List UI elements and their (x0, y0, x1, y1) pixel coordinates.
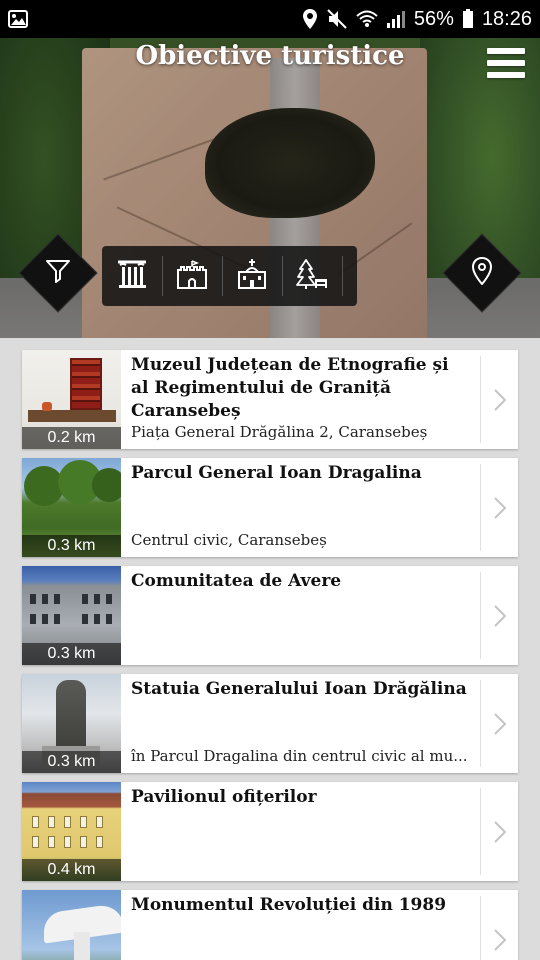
hamburger-icon (487, 48, 525, 54)
thumbnail-image: 0.3 km (22, 458, 121, 557)
distance-label: 0.4 km (22, 859, 121, 881)
hamburger-line (487, 60, 525, 66)
location-icon (302, 8, 318, 30)
distance-label: 0.3 km (22, 751, 121, 773)
category-bar-end (342, 256, 357, 296)
place-address: în Parcul Dragalina din centrul civic al… (131, 747, 468, 765)
category-parks[interactable] (282, 246, 342, 306)
battery-percent: 56% (413, 7, 454, 30)
thumbnail-image: 0.3 km (22, 566, 121, 665)
place-name: Comunitatea de Avere (131, 571, 342, 591)
place-name: Muzeul Județean de Etnografie și al Regi… (131, 355, 449, 421)
list-item[interactable]: 0.3 km Comunitatea de Avere (22, 566, 518, 665)
places-list: 0.2 km Muzeul Județean de Etnografie și … (22, 350, 518, 960)
thumbnail-image: 0.2 km (22, 350, 121, 449)
place-name: Monumentul Revoluției din 1989 (131, 895, 447, 915)
map-pin-icon (471, 256, 493, 290)
chevron-right-icon (480, 680, 518, 767)
chevron-right-icon (480, 788, 518, 875)
castle-icon (175, 258, 209, 295)
filter-funnel-icon (45, 258, 71, 289)
thumbnail-image: 0.4 km (22, 782, 121, 881)
distance-label: 0.2 km (22, 427, 121, 449)
place-address: Piața General Drăgălina 2, Caransebeș (131, 423, 428, 441)
place-name: Pavilionul ofițerilor (131, 787, 317, 807)
category-bar (102, 246, 357, 306)
chevron-right-icon (480, 572, 518, 659)
tree-bench-icon (295, 258, 329, 295)
list-item[interactable]: 0.3 km Parcul General Ioan Dragalina Cen… (22, 458, 518, 557)
battery-icon (462, 9, 474, 29)
list-item[interactable]: Monumentul Revoluției din 1989 (22, 890, 518, 960)
list-item[interactable]: 0.3 km Statuia Generalului Ioan Drăgălin… (22, 674, 518, 773)
status-bar: 56% 18:26 (0, 0, 540, 38)
list-item[interactable]: 0.4 km Pavilionul ofițerilor (22, 782, 518, 881)
thumbnail-image (22, 890, 121, 960)
thumbnail-image: 0.3 km (22, 674, 121, 773)
chevron-right-icon (480, 896, 518, 960)
signal-icon (386, 9, 406, 29)
chevron-right-icon (480, 464, 518, 551)
mute-icon (326, 8, 348, 30)
gallery-icon (8, 10, 28, 28)
wifi-icon (356, 9, 378, 29)
columns-icon (115, 258, 149, 295)
distance-label: 0.3 km (22, 643, 121, 665)
menu-button[interactable] (487, 48, 525, 82)
category-monuments[interactable] (102, 246, 162, 306)
place-name: Statuia Generalului Ioan Drăgălina (131, 679, 467, 699)
page-title: Obiective turistice (135, 41, 405, 71)
clock: 18:26 (481, 7, 532, 30)
distance-label: 0.3 km (22, 535, 121, 557)
place-address: Centrul civic, Caransebeș (131, 531, 327, 549)
hamburger-line (487, 72, 525, 78)
category-churches[interactable] (222, 246, 282, 306)
church-icon (235, 258, 269, 295)
category-castles[interactable] (162, 246, 222, 306)
list-item[interactable]: 0.2 km Muzeul Județean de Etnografie și … (22, 350, 518, 449)
chevron-right-icon (480, 356, 518, 443)
place-name: Parcul General Ioan Dragalina (131, 463, 422, 483)
